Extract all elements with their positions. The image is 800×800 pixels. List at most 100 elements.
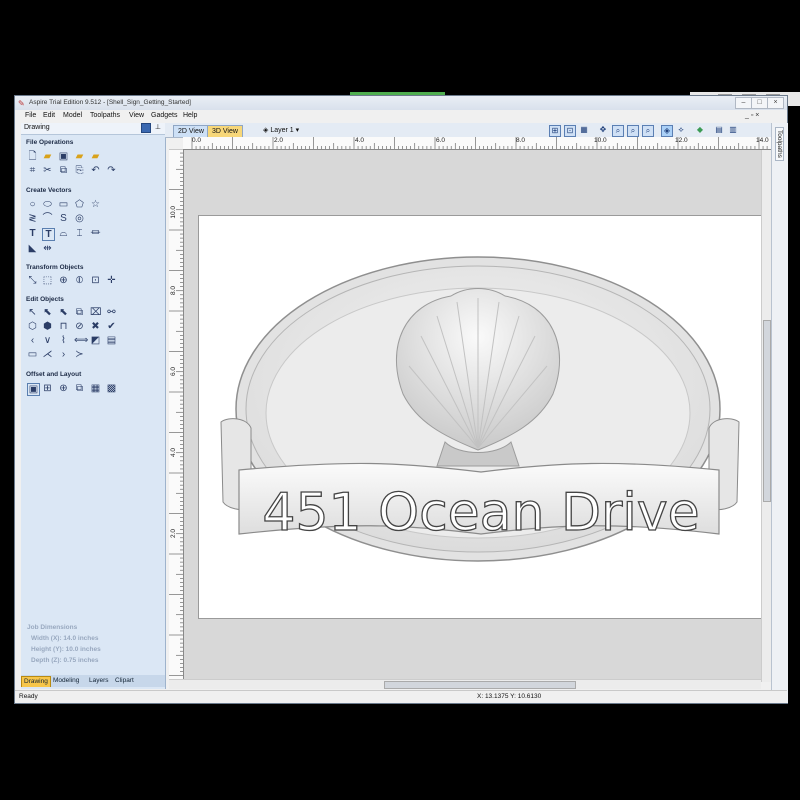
split-view-vertical-icon[interactable]: ▥ (728, 125, 738, 135)
sign-model-preview[interactable]: 451 Ocean Drive (199, 216, 762, 618)
redo-icon[interactable]: ↷ (106, 165, 117, 176)
maximize-button[interactable]: □ (751, 97, 768, 109)
select-icon[interactable]: ↖ (27, 307, 38, 318)
text-fit-icon[interactable]: ⏛ (90, 228, 101, 239)
menu-file[interactable]: File (25, 112, 36, 119)
wrap-icon[interactable]: ◩ (90, 335, 101, 346)
tab-layers[interactable]: Layers (87, 676, 111, 686)
layer-selector[interactable]: ◈ Layer 1 ▾ (263, 126, 299, 134)
save-icon[interactable]: ▣ (58, 151, 69, 162)
move-icon[interactable]: ⤡ (27, 275, 38, 286)
pan-icon[interactable]: ✥ (598, 125, 608, 135)
split-view-horizontal-icon[interactable]: ▤ (714, 125, 724, 135)
smooth-icon[interactable]: ⌇ (58, 335, 69, 346)
text-icon[interactable]: T (27, 228, 38, 239)
job-material-area[interactable]: 451 Ocean Drive (198, 215, 763, 619)
trace-bitmap-icon[interactable]: ◣ (27, 243, 38, 254)
text-arc-icon[interactable]: ⌓ (58, 228, 69, 239)
draw-curve-icon[interactable]: S (58, 213, 69, 224)
dimension-icon[interactable]: ⌶ (74, 228, 85, 239)
rotate-icon[interactable]: ⊕ (58, 275, 69, 286)
join-icon[interactable]: ⚯ (106, 307, 117, 318)
tab-drawing[interactable]: Drawing (21, 676, 51, 687)
spiral-icon[interactable]: ◎ (74, 213, 85, 224)
subtract-icon[interactable]: ⬢ (42, 321, 53, 332)
intersect-icon[interactable]: ⊓ (58, 321, 69, 332)
draw-arc-icon[interactable]: ⌒ (42, 213, 53, 224)
menu-edit[interactable]: Edit (43, 112, 55, 119)
ungroup-icon[interactable]: ⌧ (90, 307, 102, 318)
zoom-box-icon[interactable]: ⌕ (612, 125, 624, 137)
import-icon[interactable]: ▰ (74, 151, 85, 162)
measure-icon[interactable]: ⇹ (42, 243, 53, 254)
zoom-in-icon[interactable]: ⌕ (627, 125, 639, 137)
horizontal-scrollbar[interactable] (169, 679, 761, 689)
menu-toolpaths[interactable]: Toolpaths (90, 112, 120, 119)
menu-model[interactable]: Model (63, 112, 82, 119)
cut-icon[interactable]: ✂ (42, 165, 53, 176)
panel-dock-icon[interactable] (141, 123, 151, 133)
align-icon[interactable]: ⊡ (90, 275, 101, 286)
interactive-select-icon[interactable]: ⬉ (58, 307, 69, 318)
export-icon[interactable]: ▰ (90, 151, 101, 162)
flip-icon[interactable]: ⟡ (676, 125, 686, 135)
close-vector-icon[interactable]: ✖ (90, 321, 101, 332)
group-icon[interactable]: ⧉ (74, 307, 85, 318)
mdi-window-controls[interactable]: _ ▫ × (745, 112, 759, 119)
center-icon[interactable]: ✛ (106, 275, 117, 286)
grid-layout-icon[interactable]: ▦ (90, 383, 101, 394)
offset-icon[interactable]: ▣ (27, 383, 40, 396)
snap-icon[interactable]: ⊞ (549, 125, 561, 137)
close-button[interactable]: × (767, 97, 784, 109)
mirror-icon[interactable]: ⦶ (74, 275, 85, 286)
bridge-icon[interactable]: ⋌ (42, 349, 53, 360)
sign-address-text[interactable]: 451 Ocean Drive (262, 482, 701, 543)
job-setup-icon[interactable]: ⌗ (27, 165, 38, 176)
fit-curves-icon[interactable]: ⟺ (74, 335, 88, 346)
tab-clipart[interactable]: Clipart (113, 676, 136, 686)
text-on-curve-icon[interactable]: T (42, 228, 55, 241)
draw-ellipse-icon[interactable]: ⬭ (42, 199, 53, 210)
inlay-icon[interactable]: ▤ (106, 335, 117, 346)
undo-icon[interactable]: ↶ (90, 165, 101, 176)
circular-array-icon[interactable]: ⊕ (58, 383, 69, 394)
material-icon[interactable]: ◆ (695, 125, 705, 135)
grid-icon[interactable]: ▦ (579, 125, 589, 135)
view-toggle-icon[interactable]: ◈ (661, 125, 673, 137)
menu-view[interactable]: View (129, 112, 144, 119)
paste-icon[interactable]: ⎘ (74, 165, 85, 176)
draw-circle-icon[interactable]: ○ (27, 199, 38, 210)
node-edit-icon[interactable]: ⬉ (42, 307, 53, 318)
horizontal-scroll-thumb[interactable] (384, 681, 576, 689)
menu-gadgets[interactable]: Gadgets (151, 112, 177, 119)
weld-icon[interactable]: ⬡ (27, 321, 38, 332)
nesting-icon[interactable]: ▩ (106, 383, 117, 394)
minimize-button[interactable]: – (735, 97, 752, 109)
tab-2d-view[interactable]: 2D View (173, 125, 209, 137)
block-copy-icon[interactable]: ⧉ (74, 383, 85, 394)
drawing-canvas[interactable]: 451 Ocean Drive (184, 150, 771, 680)
draw-polyline-icon[interactable]: ≷ (27, 213, 38, 224)
draw-rectangle-icon[interactable]: ▭ (58, 199, 69, 210)
fillet-icon[interactable]: ✔ (106, 321, 117, 332)
split-icon[interactable]: ≻ (74, 349, 85, 360)
new-file-icon[interactable]: 🗋 (27, 151, 38, 162)
chevron-left-icon[interactable]: ‹ (27, 335, 38, 346)
nest-icon[interactable]: ▭ (27, 349, 38, 360)
snap-grid-icon[interactable]: ⊡ (564, 125, 576, 137)
array-copy-icon[interactable]: ⊞ (42, 383, 53, 394)
trim-icon[interactable]: ⊘ (74, 321, 85, 332)
chevron-right-icon[interactable]: › (58, 349, 69, 360)
zoom-extents-icon[interactable]: ⌕ (642, 125, 654, 137)
draw-star-icon[interactable]: ☆ (90, 199, 101, 210)
menu-help[interactable]: Help (183, 112, 197, 119)
open-folder-icon[interactable]: ▰ (42, 151, 53, 162)
draw-polygon-icon[interactable]: ⬠ (74, 199, 85, 210)
pin-icon[interactable]: ⊥ (155, 123, 161, 131)
vertical-scrollbar[interactable] (761, 150, 771, 682)
scale-icon[interactable]: ⬚ (42, 275, 53, 286)
tab-3d-view[interactable]: 3D View (207, 125, 243, 137)
copy-icon[interactable]: ⧉ (58, 165, 69, 176)
vertical-scroll-thumb[interactable] (763, 320, 771, 502)
tab-modeling[interactable]: Modeling (51, 676, 81, 686)
